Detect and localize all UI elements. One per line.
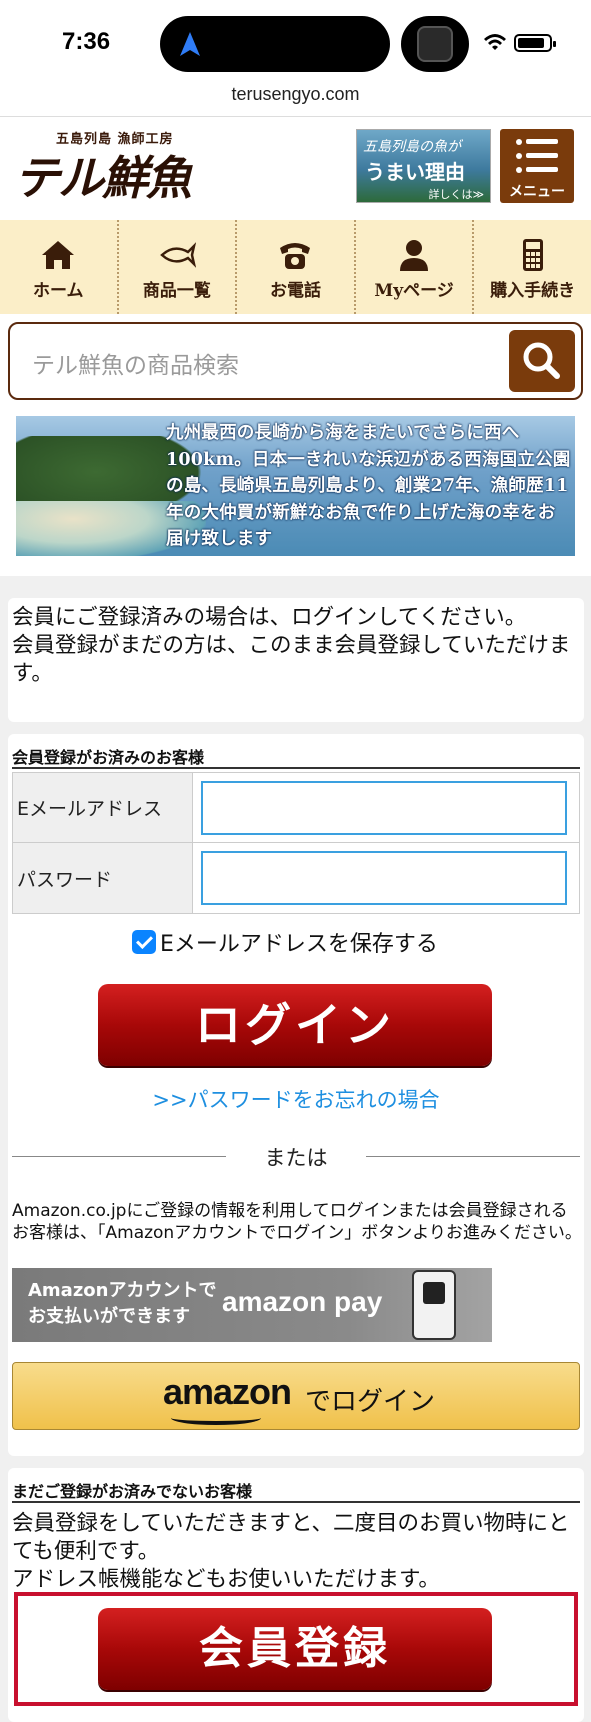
- divider: [0, 116, 591, 117]
- camera-indicator: [401, 16, 469, 72]
- nav-item-phone[interactable]: お電話: [237, 220, 356, 314]
- phone-icon: [412, 1270, 456, 1340]
- promo-banner[interactable]: 九州最西の長崎から海をまたいでさらに西へ100km。日本一きれいな浜辺がある西海…: [16, 416, 575, 556]
- or-label: または: [264, 1146, 328, 1170]
- remember-email-checkbox[interactable]: Eメールアドレスを保存する: [132, 926, 438, 958]
- menu-button[interactable]: メニュー: [500, 129, 574, 203]
- wifi-icon: [484, 34, 506, 50]
- nav-label: 商品一覧: [142, 280, 211, 301]
- reason-banner[interactable]: 五島列島の魚が うまい理由 詳しくは≫: [356, 129, 491, 203]
- nav-label: お電話: [269, 280, 321, 301]
- register-text: 会員登録をしていただきますと、二度目のお買い物時にとても便利です。 アドレス帳機…: [12, 1511, 570, 1592]
- nav-label: 購入手続き: [490, 280, 576, 301]
- email-field[interactable]: [201, 781, 567, 835]
- user-icon: [400, 239, 429, 271]
- member-login-title: 会員登録がお済みのお客様: [12, 748, 205, 767]
- divider: [12, 1501, 580, 1503]
- password-label: パスワード: [13, 843, 193, 913]
- calculator-icon: [522, 238, 543, 271]
- login-form-table: Eメールアドレス パスワード: [12, 772, 580, 914]
- amazon-pay-banner: Amazonアカウントで お支払いができます amazon pay: [12, 1268, 492, 1342]
- nav-item-home[interactable]: ホーム: [0, 220, 119, 314]
- logo-text: テル鮮魚: [14, 151, 192, 205]
- reason-banner-line1: 五島列島の魚が: [363, 139, 461, 155]
- remember-email-label: Eメールアドレスを保存する: [160, 932, 438, 957]
- main-nav: ホーム 商品一覧 お電話 Myページ 購入手続き: [0, 220, 591, 314]
- address-bar-url[interactable]: terusengyo.com: [0, 84, 591, 105]
- nav-item-mypage[interactable]: Myページ: [356, 220, 475, 314]
- menu-button-label: メニュー: [509, 184, 565, 200]
- nav-label: ホーム: [33, 280, 84, 301]
- amazon-login-button[interactable]: amazon でログイン: [12, 1362, 580, 1430]
- login-button[interactable]: ログイン: [98, 984, 492, 1066]
- site-logo[interactable]: 五島列島 漁師工房 テル鮮魚: [14, 128, 214, 208]
- reason-banner-line2: うまい理由: [365, 160, 465, 184]
- app-thumbnail-icon: [417, 26, 453, 62]
- nav-label: Myページ: [374, 280, 454, 301]
- nav-item-checkout[interactable]: 購入手続き: [474, 220, 591, 314]
- forgot-password-link[interactable]: >>パスワードをお忘れの場合: [8, 1084, 584, 1114]
- email-label: Eメールアドレス: [13, 773, 193, 842]
- password-row: パスワード: [13, 843, 579, 913]
- amazon-pay-logo: amazon pay: [222, 1286, 383, 1317]
- checkbox-checked-icon[interactable]: [132, 930, 156, 954]
- register-button[interactable]: 会員登録: [98, 1608, 492, 1690]
- dynamic-island: [160, 16, 390, 72]
- location-arrow-icon: [180, 32, 200, 56]
- member-login-card: 会員登録がお済みのお客様 Eメールアドレス パスワード Eメールアドレスを保存す…: [8, 734, 584, 1456]
- search-button[interactable]: [509, 330, 575, 392]
- battery-icon: [514, 34, 556, 52]
- phone-icon: [280, 242, 311, 269]
- home-icon: [42, 240, 75, 269]
- register-title: まだご登録がお済みでないお客様: [12, 1482, 253, 1501]
- divider: [12, 767, 580, 769]
- amazon-smile-icon: [171, 1411, 261, 1425]
- clock: 7:36: [62, 28, 111, 55]
- promo-banner-text: 九州最西の長崎から海をまたいでさらに西へ100km。日本一きれいな浜辺がある西海…: [166, 423, 571, 549]
- amazon-login-note: Amazon.co.jpにご登録の情報を利用してログインまたは会員登録されるお客…: [12, 1201, 582, 1243]
- register-card: まだご登録がお済みでないお客様 会員登録をしていただきますと、二度目のお買い物時…: [8, 1468, 584, 1722]
- email-row: Eメールアドレス: [13, 773, 579, 843]
- amazon-login-label: でログイン: [305, 1387, 436, 1417]
- reason-banner-line3: 詳しくは≫: [428, 188, 484, 201]
- password-field[interactable]: [201, 851, 567, 905]
- search-icon: [523, 342, 560, 379]
- search-input[interactable]: テル鮮魚の商品検索: [32, 346, 239, 380]
- amazon-logo: amazon: [163, 1371, 292, 1412]
- amazon-pay-banner-text: Amazonアカウントで お支払いができます: [28, 1280, 217, 1327]
- login-info-card: 会員にご登録済みの場合は、ログインしてください。 会員登録がまだの方は、このまま…: [8, 598, 584, 722]
- status-bar: 7:36: [0, 0, 591, 84]
- login-info-text: 会員にご登録済みの場合は、ログインしてください。 会員登録がまだの方は、このまま…: [12, 605, 571, 686]
- hamburger-icon: [516, 139, 558, 175]
- nav-item-products[interactable]: 商品一覧: [119, 220, 238, 314]
- fish-icon: [160, 241, 196, 268]
- product-search: テル鮮魚の商品検索: [8, 322, 583, 400]
- or-separator: または: [12, 1142, 580, 1172]
